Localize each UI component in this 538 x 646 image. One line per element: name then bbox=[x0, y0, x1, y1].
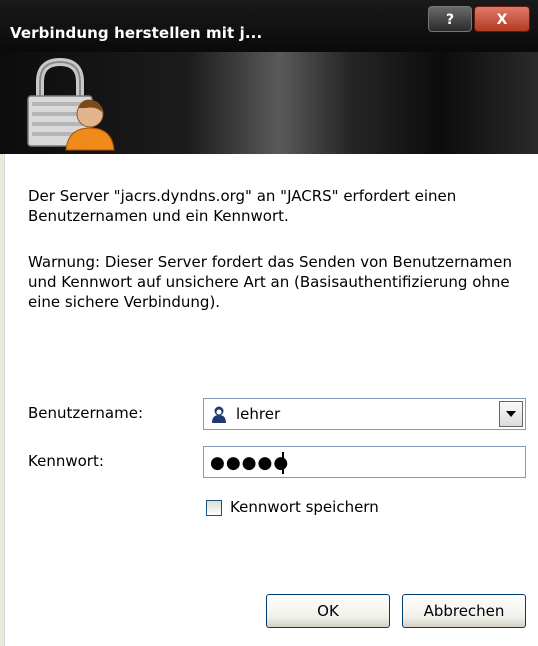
username-value: lehrer bbox=[236, 405, 281, 423]
ok-button[interactable]: OK bbox=[266, 594, 390, 628]
warning-message: Warnung: Dieser Server fordert das Sende… bbox=[28, 253, 513, 311]
title-bar[interactable]: Verbindung herstellen mit j... ? X bbox=[0, 0, 538, 52]
header-banner bbox=[0, 52, 538, 154]
dropdown-arrow-button[interactable] bbox=[499, 401, 523, 427]
username-combobox[interactable]: lehrer bbox=[203, 398, 526, 430]
server-message: Der Server "jacrs.dyndns.org" an "JACRS"… bbox=[28, 187, 457, 225]
password-mask: ●●●●● bbox=[210, 453, 290, 473]
lock-user-icon bbox=[27, 58, 115, 151]
password-label: Kennwort: bbox=[28, 452, 104, 470]
remember-password-label[interactable]: Kennwort speichern bbox=[230, 498, 379, 516]
username-label: Benutzername: bbox=[28, 404, 144, 422]
password-field[interactable]: ●●●●● bbox=[203, 446, 526, 478]
window-title: Verbindung herstellen mit j... bbox=[10, 24, 263, 42]
dialog-window: Verbindung herstellen mit j... ? X Der S… bbox=[0, 0, 538, 646]
help-button[interactable]: ? bbox=[428, 6, 472, 32]
close-button[interactable]: X bbox=[474, 6, 530, 32]
user-icon bbox=[212, 406, 226, 423]
remember-password-checkbox[interactable] bbox=[206, 500, 222, 516]
cancel-button[interactable]: Abbrechen bbox=[402, 594, 526, 628]
chevron-down-icon bbox=[506, 411, 516, 417]
text-caret bbox=[282, 452, 284, 474]
